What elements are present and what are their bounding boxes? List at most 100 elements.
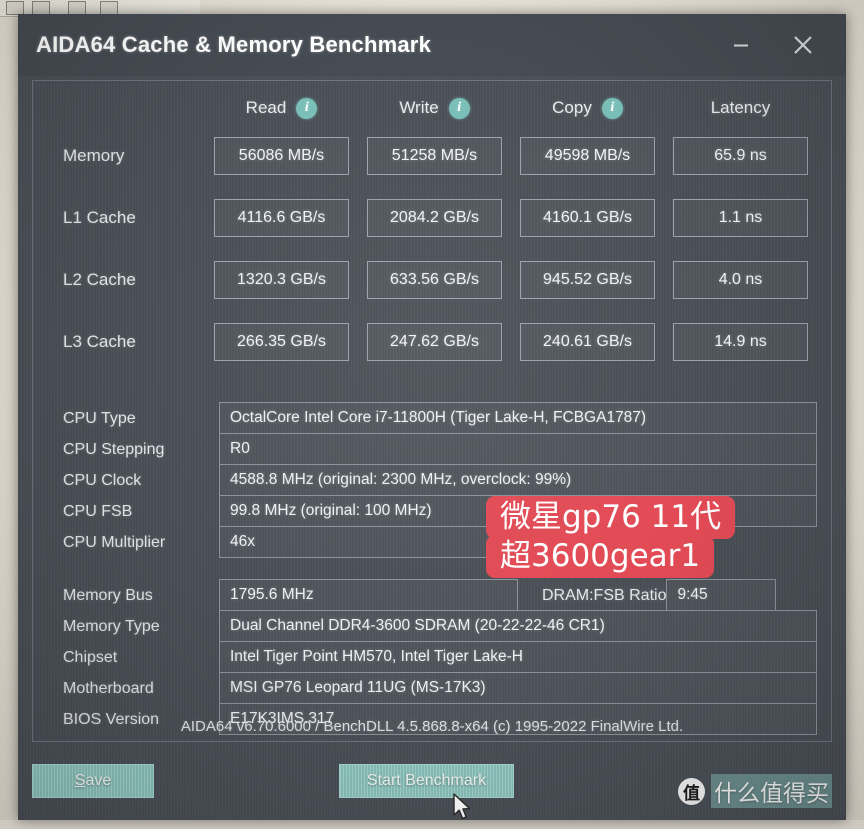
info-row-cpu-clock: CPU Clock 4588.8 MHz (original: 2300 MHz… xyxy=(47,464,817,496)
value-cpu-stepping: R0 xyxy=(219,433,817,465)
start-benchmark-button[interactable]: Start Benchmark xyxy=(339,764,514,798)
cell-l2-copy: 945.52 GB/s xyxy=(511,261,664,299)
value-memory-bus: 1795.6 MHz xyxy=(219,579,518,611)
value-l3-read: 266.35 GB/s xyxy=(214,323,349,361)
benchmark-results-table: Read i Write i Copy i Latency Memory 560… xyxy=(33,81,831,373)
value-l1-latency: 1.1 ns xyxy=(673,199,808,237)
value-chipset: Intel Tiger Point HM570, Intel Tiger Lak… xyxy=(219,641,817,673)
cell-l3-read: 266.35 GB/s xyxy=(205,323,358,361)
label-cpu-clock: CPU Clock xyxy=(63,471,142,489)
row-label-memory: Memory xyxy=(63,146,125,165)
row-label-l2-cache: L2 Cache xyxy=(63,270,136,289)
benchmark-column-headers: Read i Write i Copy i Latency xyxy=(47,91,817,125)
value-l3-latency: 14.9 ns xyxy=(673,323,808,361)
column-header-read-label: Read xyxy=(245,98,287,117)
close-icon[interactable] xyxy=(786,28,820,62)
value-l1-copy: 4160.1 GB/s xyxy=(520,199,655,237)
label-memory-type: Memory Type xyxy=(63,617,160,635)
info-row-cpu-type: CPU Type OctalCore Intel Core i7-11800H … xyxy=(47,402,817,434)
info-row-cpu-stepping: CPU Stepping R0 xyxy=(47,433,817,465)
value-memory-copy: 49598 MB/s xyxy=(520,137,655,175)
value-memory-write: 51258 MB/s xyxy=(367,137,502,175)
value-cpu-type: OctalCore Intel Core i7-11800H (Tiger La… xyxy=(219,402,817,434)
value-motherboard: MSI GP76 Leopard 11UG (MS-17K3) xyxy=(219,672,817,704)
label-dram-fsb-ratio: DRAM:FSB Ratio xyxy=(542,586,667,604)
desktop-icon-ghost xyxy=(68,1,86,15)
title-bar[interactable]: AIDA64 Cache & Memory Benchmark xyxy=(18,14,846,76)
value-cpu-clock: 4588.8 MHz (original: 2300 MHz, overcloc… xyxy=(219,464,817,496)
value-l1-read: 4116.6 GB/s xyxy=(214,199,349,237)
cell-l3-copy: 240.61 GB/s xyxy=(511,323,664,361)
cell-l1-read: 4116.6 GB/s xyxy=(205,199,358,237)
info-row-memory-type: Memory Type Dual Channel DDR4-3600 SDRAM… xyxy=(47,610,817,642)
value-l2-copy: 945.52 GB/s xyxy=(520,261,655,299)
photo-backdrop: AIDA64 Cache & Memory Benchmark Read i W… xyxy=(0,0,864,820)
value-memory-latency: 65.9 ns xyxy=(673,137,808,175)
cell-l3-write: 247.62 GB/s xyxy=(358,323,511,361)
label-cpu-fsb: CPU FSB xyxy=(63,502,133,520)
column-header-read: Read i xyxy=(205,97,358,119)
window-title: AIDA64 Cache & Memory Benchmark xyxy=(36,32,432,57)
label-chipset: Chipset xyxy=(63,648,118,666)
cell-memory-write: 51258 MB/s xyxy=(358,137,511,175)
value-dram-fsb-ratio: 9:45 xyxy=(666,579,777,611)
info-icon-read[interactable]: i xyxy=(296,97,318,119)
start-benchmark-label: Start Benchmark xyxy=(366,772,487,789)
desktop-icon-ghost xyxy=(32,1,50,15)
window-controls xyxy=(724,28,846,62)
aida64-benchmark-window: AIDA64 Cache & Memory Benchmark Read i W… xyxy=(18,14,846,820)
table-row: L3 Cache 266.35 GB/s 247.62 GB/s 240.61 … xyxy=(47,311,817,373)
column-header-write-label: Write xyxy=(399,98,439,117)
cpu-info-group: CPU Type OctalCore Intel Core i7-11800H … xyxy=(33,402,831,558)
table-row: Memory 56086 MB/s 51258 MB/s 49598 MB/s … xyxy=(47,125,817,187)
table-row: L2 Cache 1320.3 GB/s 633.56 GB/s 945.52 … xyxy=(47,249,817,311)
column-header-latency-label: Latency xyxy=(710,98,771,117)
cell-l2-write: 633.56 GB/s xyxy=(358,261,511,299)
label-motherboard: Motherboard xyxy=(63,679,154,697)
value-l3-write: 247.62 GB/s xyxy=(367,323,502,361)
save-button[interactable]: Save xyxy=(32,764,154,798)
value-l2-latency: 4.0 ns xyxy=(673,261,808,299)
info-row-chipset: Chipset Intel Tiger Point HM570, Intel T… xyxy=(47,641,817,673)
info-icon-copy[interactable]: i xyxy=(601,97,623,119)
label-cpu-type: CPU Type xyxy=(63,409,136,427)
value-l2-read: 1320.3 GB/s xyxy=(214,261,349,299)
info-row-motherboard: Motherboard MSI GP76 Leopard 11UG (MS-17… xyxy=(47,672,817,704)
table-row: L1 Cache 4116.6 GB/s 2084.2 GB/s 4160.1 … xyxy=(47,187,817,249)
value-l2-write: 633.56 GB/s xyxy=(367,261,502,299)
value-memory-read: 56086 MB/s xyxy=(214,137,349,175)
column-header-copy: Copy i xyxy=(511,97,664,119)
column-header-write: Write i xyxy=(358,97,511,119)
label-memory-bus: Memory Bus xyxy=(63,586,153,604)
value-cpu-multiplier: 46x xyxy=(219,526,518,558)
cell-l1-copy: 4160.1 GB/s xyxy=(511,199,664,237)
value-l3-copy: 240.61 GB/s xyxy=(520,323,655,361)
content-panel: Read i Write i Copy i Latency Memory 560… xyxy=(32,80,832,742)
info-row-cpu-fsb: CPU FSB 99.8 MHz (original: 100 MHz) xyxy=(47,495,817,527)
minimize-button[interactable] xyxy=(724,28,758,62)
cell-l2-latency: 4.0 ns xyxy=(664,261,817,299)
watermark-badge-icon: 值 xyxy=(678,777,705,805)
cell-l1-latency: 1.1 ns xyxy=(664,199,817,237)
cell-memory-copy: 49598 MB/s xyxy=(511,137,664,175)
info-row-cpu-multiplier: CPU Multiplier 46x xyxy=(47,526,817,558)
row-label-l1-cache: L1 Cache xyxy=(63,208,136,227)
row-label-l3-cache: L3 Cache xyxy=(63,332,136,351)
value-cpu-fsb: 99.8 MHz (original: 100 MHz) xyxy=(219,495,817,527)
version-footer-text: AIDA64 v6.70.6000 / BenchDLL 4.5.868.8-x… xyxy=(180,718,684,735)
label-cpu-multiplier: CPU Multiplier xyxy=(63,533,166,551)
memory-info-group: Memory Bus 1795.6 MHz DRAM:FSB Ratio 9:4… xyxy=(33,579,831,735)
info-row-memory-bus: Memory Bus 1795.6 MHz DRAM:FSB Ratio 9:4… xyxy=(47,579,817,611)
smzdm-watermark: 值 什么值得买 xyxy=(678,774,832,808)
row-spacer xyxy=(518,527,817,558)
column-header-copy-label: Copy xyxy=(552,98,592,117)
info-icon-write[interactable]: i xyxy=(448,97,470,119)
save-button-accel: S xyxy=(74,772,86,789)
cell-memory-latency: 65.9 ns xyxy=(664,137,817,175)
save-button-label: ave xyxy=(85,772,112,789)
desktop-icon-ghost xyxy=(100,1,118,15)
label-cpu-stepping: CPU Stepping xyxy=(63,440,165,458)
column-header-latency: Latency xyxy=(664,98,817,118)
